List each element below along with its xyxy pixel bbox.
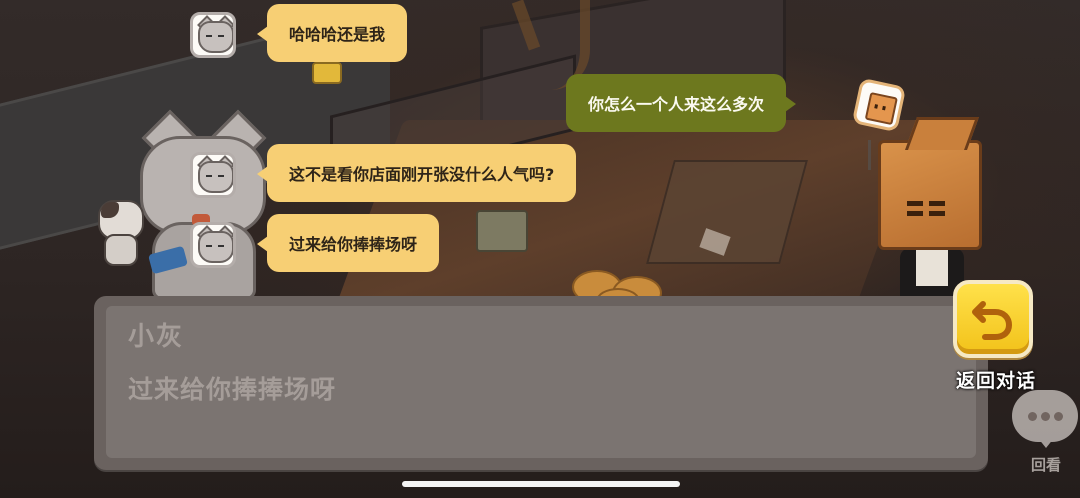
chat-message-text: 这不是看你店面刚开张没什么人气吗? xyxy=(289,165,555,184)
cat-eye xyxy=(206,245,212,247)
gray-cat-avatar-icon xyxy=(190,12,236,58)
home-indicator[interactable] xyxy=(402,481,680,487)
speech-bubble-dots-icon xyxy=(1028,412,1037,421)
dialog-box[interactable]: 小灰 过来给你捧捧场呀 xyxy=(94,296,988,470)
cash-register xyxy=(476,210,528,252)
dialog-panel: 小灰 过来给你捧捧场呀 xyxy=(106,306,976,458)
box-eye xyxy=(929,211,945,216)
cat-eye xyxy=(218,175,224,177)
box-eye xyxy=(907,201,923,206)
shopkeeper-collar xyxy=(916,250,948,286)
gray-cat-avatar-icon xyxy=(190,152,236,198)
return-arrow-icon xyxy=(972,301,1013,340)
cat-eye xyxy=(218,35,224,37)
box-flap xyxy=(904,117,980,150)
chat-bubble-left: 这不是看你店面刚开张没什么人气吗? xyxy=(256,144,577,202)
return-dialogue-button[interactable] xyxy=(953,280,1033,358)
chat-bubble-left: 过来给你捧捧场呀 xyxy=(256,214,440,272)
cat-eye xyxy=(206,35,212,37)
calico-cat-character xyxy=(98,196,144,266)
chat-bubble-right: 你怎么一个人来这么多次 xyxy=(566,74,797,132)
speech-bubble-dot xyxy=(1041,412,1050,421)
chat-message-text: 哈哈哈还是我 xyxy=(289,25,386,44)
shop-crate xyxy=(646,160,808,264)
box-eye xyxy=(907,211,923,216)
box-eye xyxy=(929,201,945,206)
game-scene[interactable]: 哈哈哈还是我 你怎么一个人来这么多次 这不是看你店面刚开张没什么人气吗? 过来给… xyxy=(0,0,1080,498)
street-lamp xyxy=(312,62,342,84)
dialog-text: 过来给你捧捧场呀 xyxy=(128,375,337,404)
box-head-avatar-icon xyxy=(851,77,907,133)
gray-cat-avatar-icon xyxy=(190,222,236,268)
chat-message-text: 过来给你捧捧场呀 xyxy=(289,235,418,254)
speech-bubble-dot xyxy=(1054,412,1063,421)
review-label[interactable]: 回看 xyxy=(1018,454,1074,475)
box-head-shopkeeper xyxy=(878,117,982,250)
cat-body xyxy=(104,234,138,266)
speaker-name: 小灰 xyxy=(128,322,185,352)
cat-eye xyxy=(206,175,212,177)
cat-face xyxy=(198,231,233,263)
chat-message-text: 你怎么一个人来这么多次 xyxy=(588,95,765,114)
review-button[interactable] xyxy=(1012,390,1078,448)
cat-face xyxy=(198,161,233,193)
return-dialogue-label[interactable]: 返回对话 xyxy=(946,366,1046,393)
cat-eye xyxy=(218,245,224,247)
cat-face xyxy=(198,21,233,53)
chat-bubble-left: 哈哈哈还是我 xyxy=(256,4,408,62)
